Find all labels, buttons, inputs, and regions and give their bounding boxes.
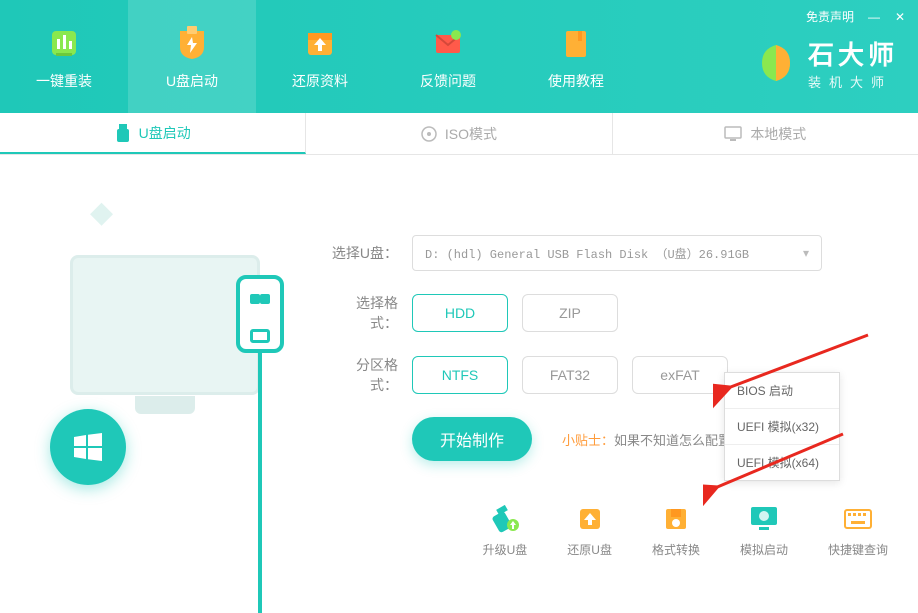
book-icon bbox=[556, 23, 596, 63]
brand-title: 石大师 bbox=[808, 35, 898, 72]
tab-label: U盘启动 bbox=[139, 123, 191, 143]
close-button[interactable]: ✕ bbox=[894, 11, 906, 23]
tool-restore-usb[interactable]: 还原U盘 bbox=[567, 503, 612, 558]
tool-label: 快捷键查询 bbox=[828, 541, 888, 558]
chevron-down-icon: ▾ bbox=[803, 246, 809, 261]
nav-tutorial[interactable]: 使用教程 bbox=[512, 0, 640, 113]
brand-logo-icon bbox=[754, 41, 798, 85]
popup-uefi-x64[interactable]: UEFI 模拟(x64) bbox=[725, 445, 839, 480]
nav-reinstall[interactable]: 一键重装 bbox=[0, 0, 128, 113]
tool-label: 还原U盘 bbox=[567, 541, 612, 558]
partition-label: 分区格式： bbox=[330, 355, 398, 395]
monitor-play-icon bbox=[746, 503, 782, 535]
mail-icon bbox=[428, 23, 468, 63]
nav-usb-boot[interactable]: U盘启动 bbox=[128, 0, 256, 113]
start-button[interactable]: 开始制作 bbox=[412, 417, 532, 461]
nav-label: 一键重装 bbox=[36, 71, 92, 91]
partition-ntfs-button[interactable]: NTFS bbox=[412, 356, 508, 394]
tool-simulate-boot[interactable]: 模拟启动 bbox=[740, 503, 788, 558]
illustration: ◆ bbox=[30, 195, 290, 455]
partition-exfat-button[interactable]: exFAT bbox=[632, 356, 728, 394]
tool-label: 格式转换 bbox=[652, 541, 700, 558]
monitor-icon bbox=[724, 126, 742, 142]
tab-label: ISO模式 bbox=[445, 124, 497, 144]
format-zip-button[interactable]: ZIP bbox=[522, 294, 618, 332]
disk-select[interactable]: D: (hdl) General USB Flash Disk （U盘）26.9… bbox=[412, 235, 822, 271]
tool-hotkey-query[interactable]: 快捷键查询 bbox=[828, 503, 888, 558]
format-label: 选择格式： bbox=[330, 293, 398, 333]
tab-usb-boot[interactable]: U盘启动 bbox=[0, 113, 306, 154]
keyboard-icon bbox=[840, 503, 876, 535]
minimize-button[interactable]: — bbox=[868, 11, 880, 23]
nav-label: 使用教程 bbox=[548, 71, 604, 91]
brand-subtitle: 装机大师 bbox=[808, 72, 898, 91]
format-hdd-button[interactable]: HDD bbox=[412, 294, 508, 332]
popup-uefi-x32[interactable]: UEFI 模拟(x32) bbox=[725, 409, 839, 445]
tab-label: 本地模式 bbox=[750, 124, 806, 144]
disclaimer-link[interactable]: 免责声明 bbox=[806, 8, 854, 25]
disk-label: 选择U盘： bbox=[330, 243, 398, 263]
disk-value: D: (hdl) General USB Flash Disk （U盘）26.9… bbox=[425, 245, 749, 262]
bar-chart-icon bbox=[44, 23, 84, 63]
partition-fat32-button[interactable]: FAT32 bbox=[522, 356, 618, 394]
windows-icon bbox=[50, 409, 126, 485]
disk-icon bbox=[658, 503, 694, 535]
nav-label: 还原资料 bbox=[292, 71, 348, 91]
nav-label: U盘启动 bbox=[166, 71, 218, 91]
tool-format-convert[interactable]: 格式转换 bbox=[652, 503, 700, 558]
tab-local[interactable]: 本地模式 bbox=[613, 113, 918, 154]
tool-upgrade-usb[interactable]: 升级U盘 bbox=[483, 503, 528, 558]
boot-mode-popup: BIOS 启动 UEFI 模拟(x32) UEFI 模拟(x64) bbox=[724, 372, 840, 481]
nav-label: 反馈问题 bbox=[420, 71, 476, 91]
nav-feedback[interactable]: 反馈问题 bbox=[384, 0, 512, 113]
tool-label: 升级U盘 bbox=[483, 541, 528, 558]
nav-restore[interactable]: 还原资料 bbox=[256, 0, 384, 113]
brand: 石大师 装机大师 bbox=[754, 35, 898, 91]
shield-usb-icon bbox=[172, 23, 212, 63]
tool-label: 模拟启动 bbox=[740, 541, 788, 558]
usb-icon bbox=[115, 124, 131, 142]
restore-icon bbox=[572, 503, 608, 535]
tab-iso[interactable]: ISO模式 bbox=[306, 113, 612, 154]
upload-box-icon bbox=[300, 23, 340, 63]
usb-up-icon bbox=[487, 503, 523, 535]
iso-icon bbox=[421, 126, 437, 142]
popup-bios-boot[interactable]: BIOS 启动 bbox=[725, 373, 839, 409]
